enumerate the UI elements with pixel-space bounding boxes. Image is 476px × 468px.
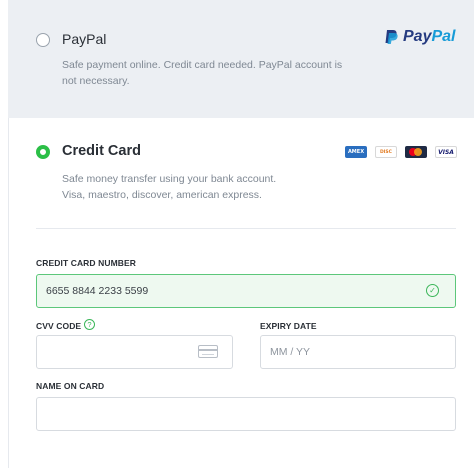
expiry-label: EXPIRY DATE	[260, 321, 317, 331]
expiry-input[interactable]: MM / YY	[260, 335, 456, 369]
paypal-logo: PayPal	[384, 28, 455, 46]
mastercard-icon	[405, 146, 427, 158]
card-number-input[interactable]: 6655 8844 2233 5599	[36, 274, 456, 308]
visa-icon: VISA	[435, 146, 457, 158]
cvv-label: CVV CODE	[36, 321, 82, 331]
credit-card-radio[interactable]	[36, 145, 50, 159]
help-icon-glyph: ?	[87, 320, 92, 329]
card-brand-logos: AMEX DISC VISA	[345, 146, 457, 158]
credit-card-description-line2: Visa, maestro, discover, american expres…	[62, 189, 262, 201]
card-number-value: 6655 8844 2233 5599	[46, 285, 149, 297]
paypal-description-line1: Safe payment online. Credit card needed.…	[62, 59, 343, 71]
paypal-logo-text: PayPal	[403, 28, 456, 45]
credit-card-description-line1: Safe money transfer using your bank acco…	[62, 173, 277, 185]
paypal-title: PayPal	[62, 31, 107, 47]
credit-card-description: Safe money transfer using your bank acco…	[62, 171, 276, 203]
divider	[36, 228, 456, 229]
paypal-description-line2: not necessary.	[62, 75, 130, 87]
credit-card-title: Credit Card	[62, 143, 141, 159]
name-on-card-input[interactable]	[36, 397, 456, 431]
name-on-card-label: NAME ON CARD	[36, 381, 105, 391]
paypal-description: Safe payment online. Credit card needed.…	[62, 57, 342, 89]
card-number-label: CREDIT CARD NUMBER	[36, 258, 137, 268]
discover-icon: DISC	[375, 146, 397, 158]
amex-icon: AMEX	[345, 146, 367, 158]
expiry-placeholder: MM / YY	[270, 346, 311, 358]
paypal-radio[interactable]	[36, 33, 50, 47]
paypal-p-icon	[385, 30, 398, 44]
card-back-icon	[198, 345, 218, 358]
valid-check-icon: ✓	[426, 284, 439, 297]
help-icon[interactable]: ?	[84, 319, 95, 330]
